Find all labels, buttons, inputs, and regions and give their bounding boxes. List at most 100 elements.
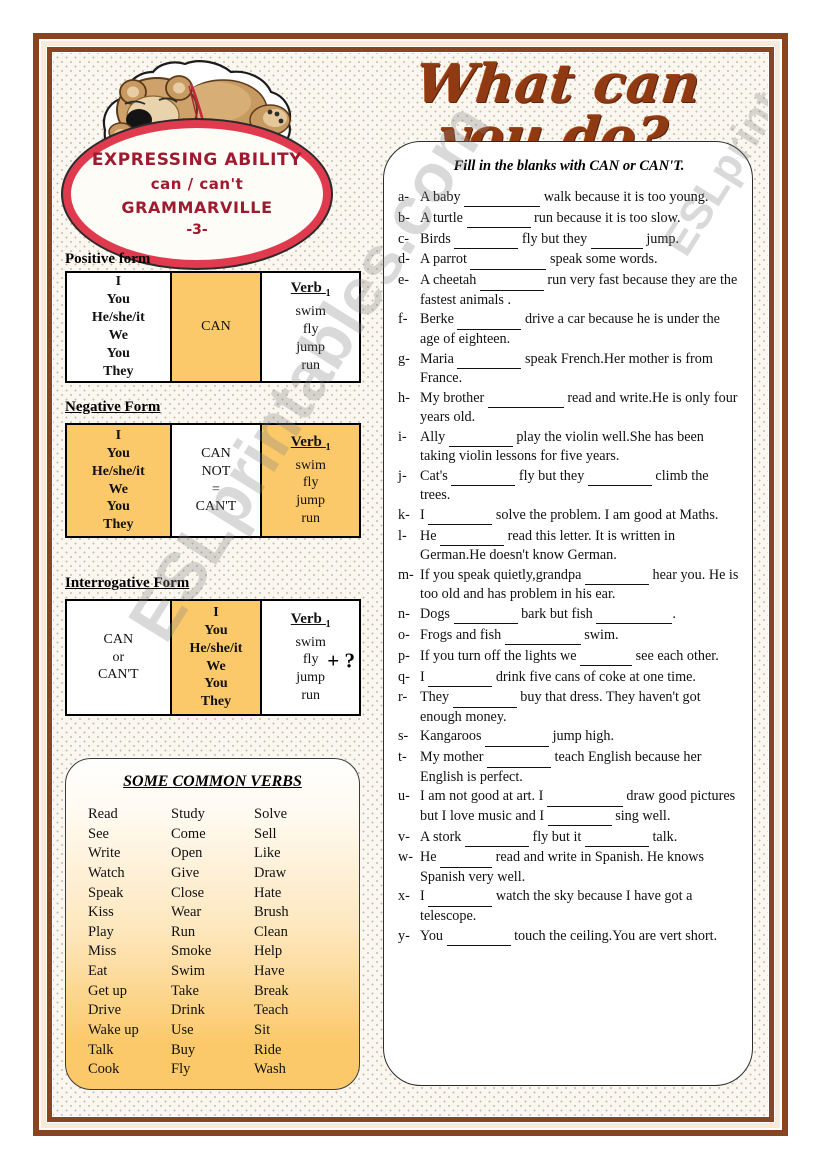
answer-blank[interactable] [464,188,541,208]
answer-blank[interactable] [428,506,493,526]
answer-blank[interactable] [487,389,564,408]
exercise-item: m- If you speak quietly,grandpa hear you.… [398,566,740,604]
answer-blank[interactable] [587,467,652,487]
exercise-item-text: He read and write in Spanish. He knows S… [420,848,705,885]
table-cell-line: swim [295,634,326,650]
verb-item: See [88,825,109,842]
verb-item: Break [254,982,289,999]
table-cell-line: = [212,481,220,497]
table-cell-line: run [301,511,320,527]
exercise-item-marker: b- [398,209,410,226]
exercise-item: x- I watch the sky because I have got a t… [398,887,740,925]
verb-item: Drink [171,1002,205,1019]
answer-blank[interactable] [464,828,529,847]
verb-item: Buy [171,1041,196,1058]
answer-blank[interactable] [440,848,493,868]
verb-item: Have [254,963,285,980]
worksheet-sheet: What can you do? EXPRESSING ABILITY can … [53,53,768,1116]
verb-item: Sell [254,825,277,842]
answer-blank[interactable] [466,209,531,229]
table-cell-line: CAN [103,631,134,647]
exercise-item-marker: o- [398,626,410,643]
exercise-item: k- I solve the problem. I am good at Math… [398,506,740,526]
answer-blank[interactable] [590,230,643,249]
verb-item: Swim [171,963,205,980]
exercise-item-marker: c- [398,230,410,247]
answer-blank[interactable] [547,807,612,826]
exercise-item-text: Birds fly but they jump. [420,230,740,249]
verb-item: Open [171,845,203,862]
table-2-cell-1: I You He/she/it We You They [67,425,170,536]
answer-blank[interactable] [584,566,649,586]
table-cell-line: NOT [201,463,231,479]
answer-blank[interactable] [479,271,544,291]
answer-blank[interactable] [487,748,551,768]
answer-blank[interactable] [596,605,673,625]
answer-blank[interactable] [428,668,493,687]
exercise-item: t- My mother teach English because her En… [398,748,740,786]
answer-blank[interactable] [580,647,633,666]
table-label-3: Interrogative Form [65,575,190,591]
table-cell-line: They [103,517,134,533]
answer-blank[interactable] [446,927,511,946]
answer-blank[interactable] [451,467,516,487]
answer-blank[interactable] [428,887,493,907]
exercise-item: s- Kangaroos jump high. [398,727,740,747]
answer-blank[interactable] [448,428,513,448]
table-cell-line: We [206,658,226,674]
exercise-item-text: A baby walk because it is too young. [420,188,740,208]
table-3-cell-2: I You He/she/it We You They [169,601,261,714]
table-cell-line: jump [296,670,326,686]
table-cell-line: or [112,649,125,665]
table-cell-line: They [200,694,232,710]
exercise-item-marker: m- [398,566,414,583]
answer-blank[interactable] [457,310,522,330]
verb-item: Get up [88,982,128,999]
answer-blank[interactable] [452,688,517,708]
answer-blank[interactable] [470,250,547,270]
exercise-item-marker: v- [398,828,410,845]
verb-item: Brush [254,904,289,921]
table-cell-line: run [301,688,320,704]
answer-blank[interactable] [504,626,581,646]
verb-item: Run [171,923,196,940]
table-2-cell-3: Verb 1 swim fly jump run [260,425,359,536]
exercise-item: g- Maria speak French.Her mother is from … [398,350,740,388]
verb-item: Smoke [171,943,212,960]
answer-blank[interactable] [457,350,522,369]
exercise-item-marker: e- [398,272,410,289]
logo-text-block: EXPRESSING ABILITY can / can't GRAMMARVI… [63,120,331,268]
verb-item: Solve [254,806,288,822]
table-cell-line: He/she/it [91,463,145,479]
exercise-item-text: I drink five cans of coke at one time. [420,668,740,687]
exercise-item: r- They buy that dress. They haven't got … [398,688,740,726]
exercise-item-marker: l- [398,527,407,544]
verb-item: Wash [254,1061,286,1078]
exercise-item: l- He read this letter. It is written in … [398,527,740,565]
table-cell-line: jump [296,339,326,355]
common-verbs-title: SOME COMMON VERBS [123,773,302,790]
answer-blank[interactable] [453,605,518,625]
answer-blank[interactable] [454,230,519,249]
plus-question-mark: + ? [327,647,355,672]
exercise-item-marker: u- [398,788,410,805]
exercise-item-marker: d- [398,251,410,268]
exercise-item-marker: y- [398,927,410,944]
exercise-item: b- A turtle run because it is too slow. [398,209,740,229]
exercise-item: y- You touch the ceiling.You are vert sho… [398,927,740,946]
exercise-item: c- Birds fly but they jump. [398,230,740,249]
exercise-item-marker: j- [398,467,407,484]
answer-blank[interactable] [440,527,505,547]
exercise-item: i- Ally play the violin well.She has been… [398,428,740,466]
answer-blank[interactable] [584,828,649,847]
table-cell-line: CAN [201,445,231,461]
exercise-item: e- A cheetah run very fast because they a… [398,271,740,309]
logo-line-3: GRAMMARVILLE [121,198,273,217]
exercise-item-marker: h- [398,389,410,406]
answer-blank[interactable] [485,727,550,747]
verb-item: Help [254,943,283,960]
table-cell-line: I [115,427,122,443]
answer-blank[interactable] [546,787,623,807]
verb-item: Miss [88,943,117,960]
exercise-item: n- Dogs bark but fish . [398,605,740,625]
